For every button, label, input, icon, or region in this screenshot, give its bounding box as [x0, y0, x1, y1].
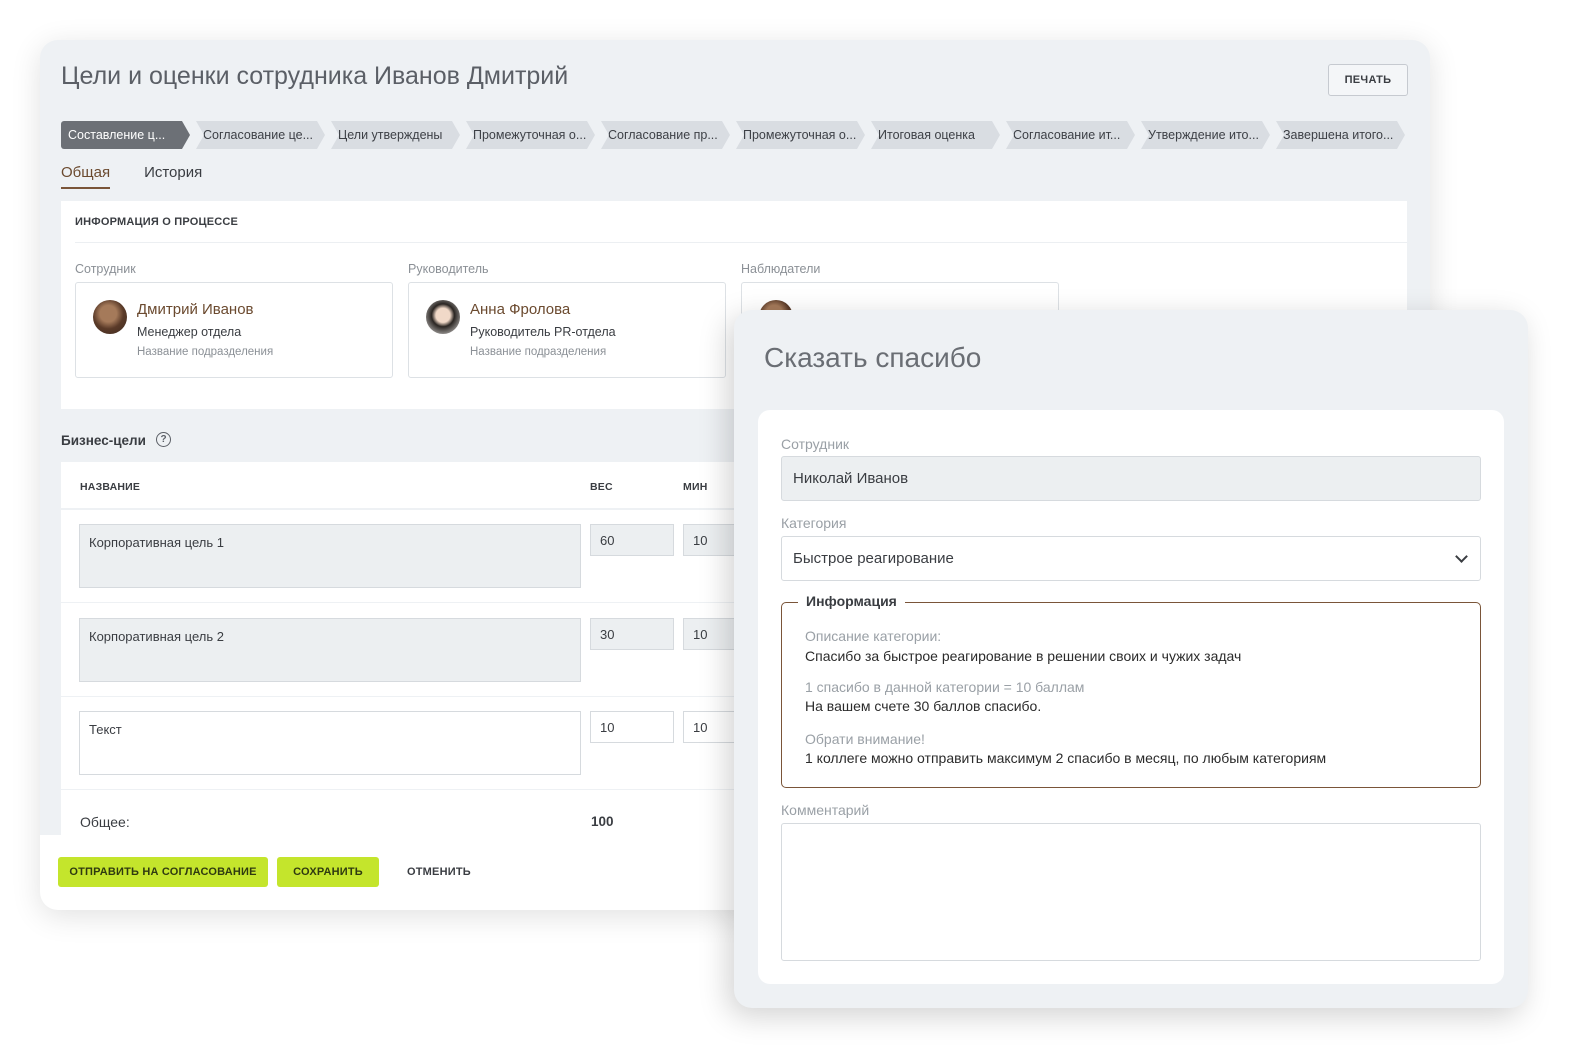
manager-section: Руководитель Анна Фролова Руководитель P… [408, 262, 726, 378]
avatar [93, 300, 127, 334]
tab-bar: Общая История [61, 164, 202, 189]
category-select[interactable]: Быстрое реагирование [781, 536, 1481, 581]
modal-body: Сотрудник Николай Иванов Категория Быстр… [758, 410, 1504, 984]
note-label: Обрати внимание! [805, 731, 925, 747]
employee-dept: Название подразделения [137, 346, 274, 358]
total-value: 100 [591, 814, 614, 829]
category-description-label: Описание категории: [805, 628, 942, 644]
category-description-text: Спасибо за быстрое реагирование в решени… [805, 648, 1242, 664]
employee-card[interactable]: Дмитрий Иванов Менеджер отдела Название … [75, 282, 393, 378]
employee-label: Сотрудник [75, 262, 136, 276]
employee-name[interactable]: Дмитрий Иванов [137, 301, 254, 318]
modal-title: Сказать спасибо [764, 342, 982, 373]
stage-1[interactable]: Составление ц... [61, 121, 190, 149]
category-field-label: Категория [781, 515, 847, 531]
manager-label: Руководитель [408, 262, 489, 276]
stage-5[interactable]: Согласование пр... [601, 121, 730, 149]
stage-2[interactable]: Согласование це... [196, 121, 325, 149]
stage-6[interactable]: Промежуточная о... [736, 121, 865, 149]
weight-field[interactable]: 60 [590, 524, 674, 556]
tab-general[interactable]: Общая [61, 164, 111, 189]
observers-label: Наблюдатели [741, 262, 821, 276]
help-icon[interactable]: ? [156, 432, 171, 447]
weight-field[interactable]: 30 [590, 618, 674, 650]
stage-progress: Составление ц... Согласование це... Цели… [61, 121, 1411, 149]
manager-role: Руководитель PR-отдела [470, 325, 616, 339]
chevron-down-icon[interactable] [1455, 550, 1468, 563]
balance-text: На вашем счете 30 баллов спасибо. [805, 698, 1042, 714]
employee-section: Сотрудник Дмитрий Иванов Менеджер отдела… [75, 262, 393, 378]
avatar [426, 300, 460, 334]
tab-history[interactable]: История [144, 164, 202, 189]
stage-3[interactable]: Цели утверждены [331, 121, 460, 149]
manager-dept: Название подразделения [470, 346, 607, 358]
info-legend: Информация [798, 593, 905, 609]
page-title: Цели и оценки сотрудника Иванов Дмитрий [61, 62, 569, 90]
manager-name[interactable]: Анна Фролова [470, 301, 570, 318]
divider [75, 242, 1407, 243]
total-label: Общее: [80, 814, 130, 830]
weight-field[interactable]: 10 [590, 711, 674, 743]
goal-name-field[interactable]: Корпоративная цель 1 [79, 524, 581, 588]
employee-field[interactable]: Николай Иванов [781, 456, 1481, 501]
employee-role: Менеджер отдела [137, 325, 242, 339]
stage-10[interactable]: Завершена итого... [1276, 121, 1405, 149]
business-goals-title: Бизнес-цели [61, 433, 146, 448]
rate-text: 1 спасибо в данной категории = 10 баллам [805, 679, 1085, 695]
goal-name-field[interactable]: Корпоративная цель 2 [79, 618, 581, 682]
column-header-weight: ВЕС [590, 481, 613, 493]
category-select-value: Быстрое реагирование [793, 550, 954, 567]
column-header-min: МИН [683, 481, 708, 493]
cancel-button[interactable]: ОТМЕНИТЬ [407, 857, 471, 887]
save-button[interactable]: СОХРАНИТЬ [277, 857, 379, 887]
print-button[interactable]: ПЕЧАТЬ [1328, 64, 1408, 96]
stage-9[interactable]: Утверждение ито... [1141, 121, 1270, 149]
say-thanks-modal: Сказать спасибо Сотрудник Николай Иванов… [734, 310, 1528, 1008]
stage-8[interactable]: Согласование ит... [1006, 121, 1135, 149]
comment-textarea[interactable] [781, 823, 1481, 961]
column-header-name: НАЗВАНИЕ [80, 481, 141, 493]
goal-name-field[interactable]: Текст [79, 711, 581, 775]
send-for-approval-button[interactable]: ОТПРАВИТЬ НА СОГЛАСОВАНИЕ [58, 857, 268, 887]
manager-card[interactable]: Анна Фролова Руководитель PR-отдела Назв… [408, 282, 726, 378]
category-info-box: Информация Описание категории: Спасибо з… [781, 593, 1481, 788]
stage-4[interactable]: Промежуточная о... [466, 121, 595, 149]
process-info-title: ИНФОРМАЦИЯ О ПРОЦЕССЕ [75, 216, 239, 228]
note-text: 1 коллеге можно отправить максимум 2 спа… [805, 750, 1327, 766]
stage-7[interactable]: Итоговая оценка [871, 121, 1000, 149]
comment-field-label: Комментарий [781, 802, 870, 818]
employee-field-label: Сотрудник [781, 436, 850, 452]
